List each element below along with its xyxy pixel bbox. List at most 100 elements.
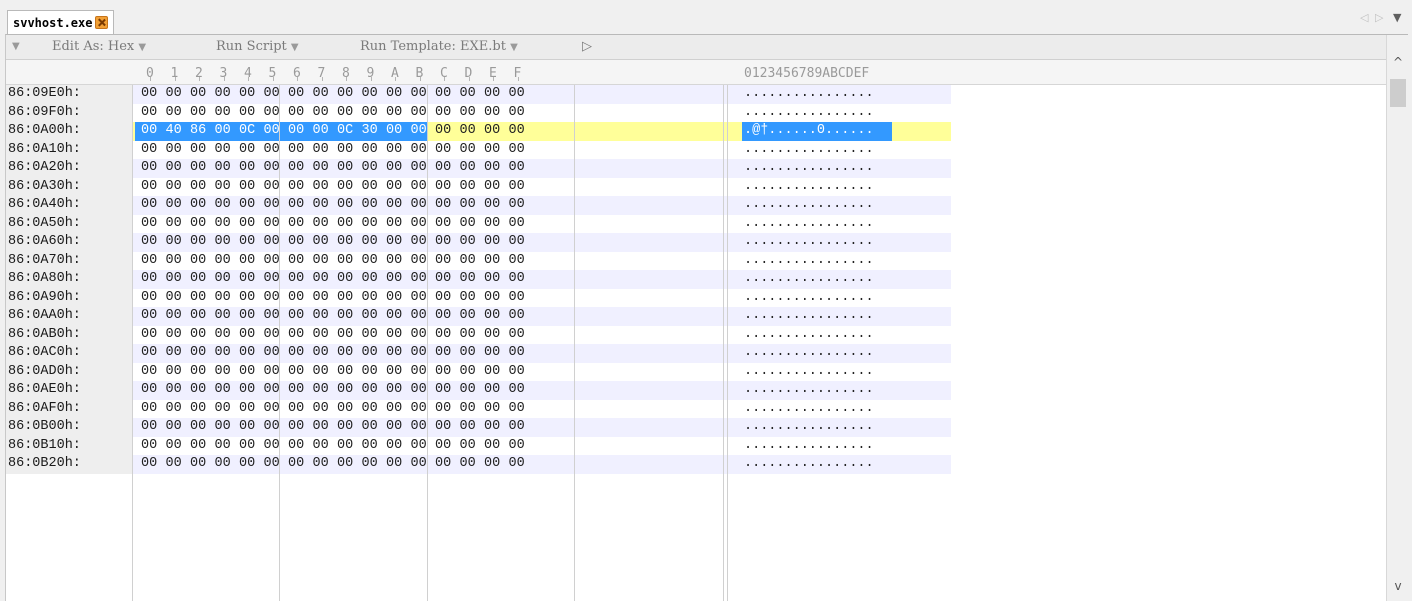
hex-byte[interactable]: 00 [484, 437, 500, 456]
hex-byte[interactable]: 00 [337, 344, 353, 363]
hex-byte[interactable]: 00 [337, 400, 353, 419]
hex-byte[interactable]: 00 [411, 289, 427, 308]
hex-byte[interactable]: 00 [411, 196, 427, 215]
hex-row[interactable]: 86:0A80h: 00 00 00 00 00 00 00 00 00 00 00 00 00 00 00 0… [6, 270, 951, 289]
hex-byte[interactable]: 00 [190, 400, 206, 419]
hex-byte[interactable]: 00 [239, 85, 255, 104]
hex-byte[interactable]: 00 [362, 326, 378, 345]
hex-byte[interactable]: 00 [288, 307, 304, 326]
hex-byte[interactable]: 00 [239, 215, 255, 234]
ascii-text[interactable]: ................ [744, 252, 874, 271]
hex-byte[interactable]: 00 [264, 141, 280, 160]
hex-row[interactable]: 86:0B20h: 00 00 00 00 00 00 00 00 00 00 00 00 00 00 00 0… [6, 455, 951, 474]
hex-byte[interactable]: 00 [313, 381, 329, 400]
hex-byte[interactable]: 00 [190, 196, 206, 215]
hex-byte[interactable]: 00 [411, 344, 427, 363]
hex-byte[interactable]: 00 [288, 344, 304, 363]
play-icon[interactable]: ▷ [582, 39, 592, 54]
hex-byte[interactable]: 00 [460, 437, 476, 456]
hex-byte[interactable]: 00 [337, 141, 353, 160]
hex-byte[interactable]: 00 [264, 178, 280, 197]
hex-byte[interactable]: 00 [386, 215, 402, 234]
hex-byte[interactable]: 00 [313, 122, 329, 141]
hex-byte[interactable]: 00 [386, 400, 402, 419]
vertical-scrollbar[interactable]: ^ v [1386, 35, 1408, 601]
hex-byte[interactable]: 86 [190, 122, 206, 141]
hex-byte[interactable]: 00 [166, 196, 182, 215]
hex-row[interactable]: 86:0AE0h: 00 00 00 00 00 00 00 00 00 00 00 00 00 00 00 0… [6, 381, 951, 400]
hex-row[interactable]: 86:0A30h: 00 00 00 00 00 00 00 00 00 00 00 00 00 00 00 0… [6, 177, 951, 197]
hex-byte[interactable]: 00 [460, 215, 476, 234]
hex-byte[interactable]: 00 [484, 344, 500, 363]
hex-row[interactable]: 86:0A50h: 00 00 00 00 00 00 00 00 00 00 00 00 00 00 00 0… [6, 214, 951, 234]
hex-byte[interactable]: 00 [509, 326, 525, 345]
hex-byte[interactable]: 00 [460, 344, 476, 363]
hex-byte[interactable]: 00 [484, 455, 500, 474]
hex-byte[interactable]: 00 [239, 418, 255, 437]
run-script-dropdown[interactable]: Run Script ▼ [216, 39, 299, 54]
ascii-text[interactable]: ................ [744, 178, 874, 197]
hex-byte[interactable]: 00 [435, 178, 451, 197]
ascii-text[interactable]: ................ [744, 141, 874, 160]
hex-byte[interactable]: 00 [411, 326, 427, 345]
hex-byte[interactable]: 00 [362, 418, 378, 437]
hex-byte[interactable]: 00 [460, 270, 476, 289]
hex-byte[interactable]: 00 [435, 455, 451, 474]
hex-byte[interactable]: 00 [386, 455, 402, 474]
hex-byte[interactable]: 00 [190, 307, 206, 326]
hex-byte[interactable]: 00 [288, 252, 304, 271]
hex-byte[interactable]: 00 [435, 344, 451, 363]
hex-row[interactable]: 86:0B10h: 00 00 00 00 00 00 00 00 00 00 00 00 00 00 00 0… [6, 436, 951, 456]
ascii-text[interactable]: ................ [744, 418, 874, 437]
hex-byte[interactable]: 00 [313, 400, 329, 419]
hex-byte[interactable]: 00 [460, 141, 476, 160]
hex-byte[interactable]: 00 [190, 418, 206, 437]
hex-byte[interactable]: 00 [141, 437, 157, 456]
hex-byte[interactable]: 00 [264, 326, 280, 345]
hex-byte[interactable]: 00 [288, 381, 304, 400]
hex-byte[interactable]: 00 [313, 233, 329, 252]
hex-byte[interactable]: 00 [141, 178, 157, 197]
hex-byte[interactable]: 00 [484, 363, 500, 382]
hex-byte[interactable]: 00 [411, 178, 427, 197]
hex-byte[interactable]: 00 [166, 418, 182, 437]
hex-byte[interactable]: 00 [411, 381, 427, 400]
ascii-text[interactable]: ................ [744, 437, 874, 456]
hex-row[interactable]: 86:0AA0h: 00 00 00 00 00 00 00 00 00 00 00 00 00 00 00 0… [6, 307, 951, 326]
hex-byte[interactable]: 00 [264, 381, 280, 400]
hex-byte[interactable]: 00 [141, 307, 157, 326]
hex-byte[interactable]: 00 [166, 437, 182, 456]
hex-byte[interactable]: 00 [362, 344, 378, 363]
hex-byte[interactable]: 00 [215, 307, 231, 326]
hex-byte[interactable]: 00 [411, 233, 427, 252]
hex-byte[interactable]: 00 [166, 344, 182, 363]
hex-byte[interactable]: 00 [288, 141, 304, 160]
hex-byte[interactable]: 00 [288, 418, 304, 437]
hex-byte[interactable]: 00 [141, 455, 157, 474]
hex-byte[interactable]: 00 [215, 363, 231, 382]
hex-byte[interactable]: 00 [264, 289, 280, 308]
hex-byte[interactable]: 00 [313, 252, 329, 271]
hex-byte[interactable]: 00 [239, 159, 255, 178]
hex-byte[interactable]: 00 [166, 252, 182, 271]
hex-byte[interactable]: 00 [141, 252, 157, 271]
hex-byte[interactable]: 00 [239, 455, 255, 474]
hex-byte[interactable]: 00 [288, 159, 304, 178]
hex-byte[interactable]: 00 [435, 326, 451, 345]
hex-byte[interactable]: 00 [190, 270, 206, 289]
hex-byte[interactable]: 00 [141, 233, 157, 252]
hex-byte[interactable]: 00 [460, 381, 476, 400]
hex-byte[interactable]: 00 [141, 326, 157, 345]
hex-byte[interactable]: 00 [484, 270, 500, 289]
ascii-text[interactable]: ................ [744, 233, 874, 252]
hex-byte[interactable]: 00 [386, 178, 402, 197]
hex-byte[interactable]: 00 [239, 326, 255, 345]
hex-byte[interactable]: 00 [435, 122, 451, 141]
hex-byte[interactable]: 00 [190, 233, 206, 252]
hex-byte[interactable]: 00 [166, 141, 182, 160]
hex-byte[interactable]: 00 [386, 418, 402, 437]
hex-byte[interactable]: 00 [288, 270, 304, 289]
ascii-text[interactable]: ................ [744, 104, 874, 123]
hex-byte[interactable]: 00 [190, 85, 206, 104]
hex-byte[interactable]: 00 [264, 122, 280, 141]
